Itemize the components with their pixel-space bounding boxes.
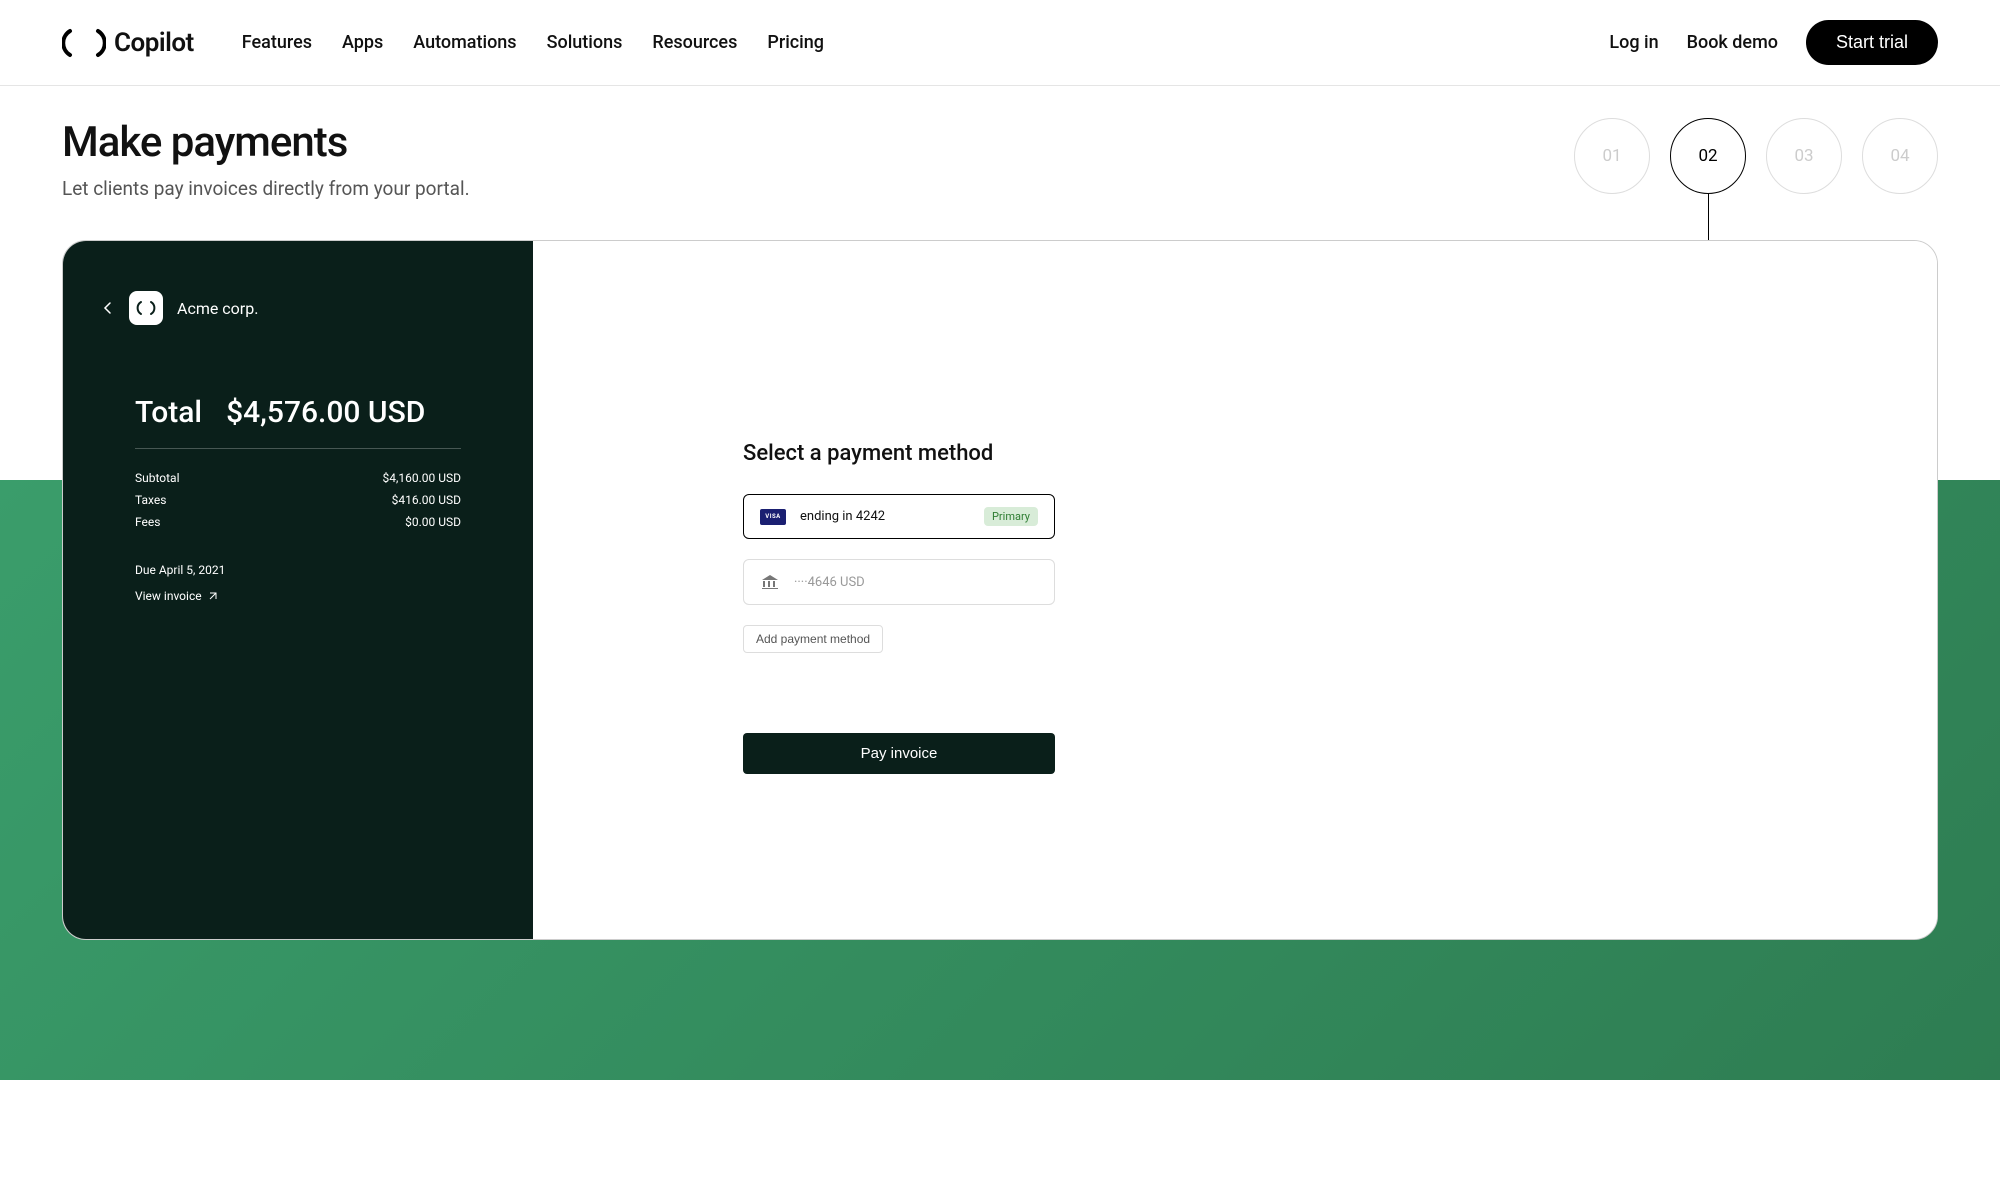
bank-icon: [760, 572, 780, 592]
book-demo-link[interactable]: Book demo: [1687, 32, 1778, 53]
line-taxes: Taxes $416.00 USD: [101, 489, 495, 511]
add-payment-method-button[interactable]: Add payment method: [743, 625, 883, 653]
start-trial-button[interactable]: Start trial: [1806, 20, 1938, 65]
invoice-summary-panel: Acme corp. Total $4,576.00 USD Subtotal …: [63, 241, 533, 939]
step-indicator: 01 02 03 04: [1574, 118, 1938, 194]
nav-apps[interactable]: Apps: [342, 32, 383, 53]
view-invoice-link[interactable]: View invoice: [135, 589, 218, 603]
payment-option-card[interactable]: VISA ending in 4242 Primary: [743, 494, 1055, 539]
due-date: Due April 5, 2021: [135, 563, 461, 577]
section-header: Make payments Let clients pay invoices d…: [0, 86, 2000, 200]
line-subtotal: Subtotal $4,160.00 USD: [101, 467, 495, 489]
payment-title: Select a payment method: [743, 441, 1837, 466]
nav-pricing[interactable]: Pricing: [767, 32, 824, 53]
primary-badge: Primary: [984, 507, 1038, 526]
total-amount: $4,576.00 USD: [226, 395, 425, 430]
line-fees: Fees $0.00 USD: [101, 511, 495, 533]
payment-method-panel: Select a payment method VISA ending in 4…: [533, 241, 1937, 939]
company-logo-icon: [129, 291, 163, 325]
step-03[interactable]: 03: [1766, 118, 1842, 194]
section-title: Make payments: [62, 118, 470, 167]
divider: [135, 448, 461, 449]
pay-invoice-button[interactable]: Pay invoice: [743, 733, 1055, 774]
external-link-icon: [208, 591, 218, 601]
main-nav: Features Apps Automations Solutions Reso…: [242, 32, 824, 53]
brand-logo[interactable]: Copilot: [62, 27, 194, 59]
brand-name: Copilot: [114, 28, 194, 58]
login-link[interactable]: Log in: [1609, 32, 1658, 53]
nav-solutions[interactable]: Solutions: [547, 32, 623, 53]
step-04[interactable]: 04: [1862, 118, 1938, 194]
logo-mark-icon: [62, 27, 106, 59]
company-name: Acme corp.: [177, 299, 258, 318]
nav-automations[interactable]: Automations: [413, 32, 516, 53]
bank-label: ····4646 USD: [794, 575, 1038, 590]
visa-card-icon: VISA: [760, 509, 786, 525]
section-subtitle: Let clients pay invoices directly from y…: [62, 177, 470, 200]
step-01[interactable]: 01: [1574, 118, 1650, 194]
step-02[interactable]: 02: [1670, 118, 1746, 194]
nav-features[interactable]: Features: [242, 32, 312, 53]
back-chevron-icon[interactable]: [101, 301, 115, 315]
total-label: Total: [135, 395, 202, 430]
app-preview-frame: Acme corp. Total $4,576.00 USD Subtotal …: [62, 240, 1938, 940]
card-label: ending in 4242: [800, 509, 970, 524]
site-header: Copilot Features Apps Automations Soluti…: [0, 0, 2000, 86]
payment-option-bank[interactable]: ····4646 USD: [743, 559, 1055, 605]
nav-resources[interactable]: Resources: [652, 32, 737, 53]
